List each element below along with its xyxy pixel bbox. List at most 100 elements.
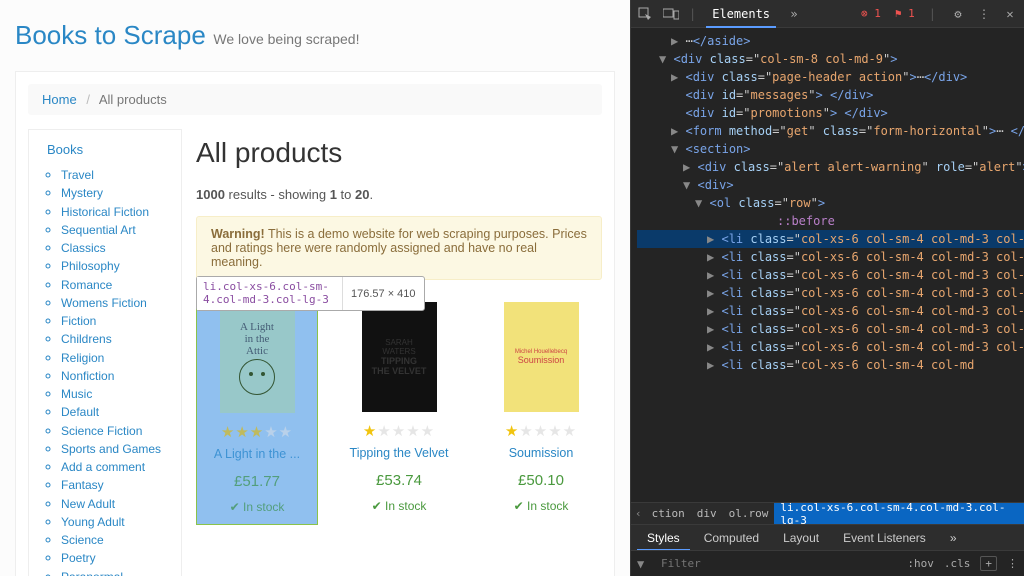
page-title: All products [196,137,602,169]
inspect-icon[interactable] [637,6,653,22]
category-item[interactable]: Mystery [61,185,171,201]
page-content: Books to Scrape We love being scraped! H… [0,0,630,576]
rating-stars: ★★★★★ [197,423,317,441]
warning-text: This is a demo website for web scraping … [211,227,587,269]
dom-tree-line[interactable]: ▼ <ol class="row"> [637,194,1024,212]
dom-tree-line[interactable]: ▼ <div class="col-sm-8 col-md-9"> [637,50,1024,68]
more-icon[interactable]: ⋮ [1007,557,1018,570]
gear-icon[interactable]: ⚙ [950,6,966,22]
dom-tree-line[interactable]: ▶ <li class="col-xs-6 col-sm-4 col-md-3 … [637,284,1024,302]
category-item[interactable]: Fantasy [61,477,171,493]
styles-tab[interactable]: Event Listeners [833,525,936,551]
dom-tree-line[interactable]: <div id="promotions"> </div> [637,104,1024,122]
rating-stars: ★★★★★ [480,422,602,440]
more-tabs-icon[interactable]: » [940,525,967,551]
category-item[interactable]: Philosophy [61,258,171,274]
breadcrumb: Home / All products [28,84,602,115]
new-rule-button[interactable]: + [980,556,997,571]
breadcrumb-sep: / [80,92,96,107]
category-item[interactable]: Nonfiction [61,368,171,384]
filter-icon[interactable]: ▼ [637,557,651,571]
tab-elements[interactable]: Elements [706,0,776,28]
tooltip-dimensions: 176.57 × 410 [342,277,424,310]
product-card[interactable]: SARAHWATERSTIPPINGTHE VELVET★★★★★Tipping… [338,296,460,525]
dom-tree-line[interactable]: ▶ <li class="col-xs-6 col-sm-4 col-md-3 … [637,230,1024,248]
dom-tree-line[interactable]: ▶ <div class="page-header action">⋯</div… [637,68,1024,86]
styles-tab[interactable]: Styles [637,525,690,551]
crumb-item[interactable]: div [691,505,723,522]
category-item[interactable]: Classics [61,240,171,256]
category-item[interactable]: Science Fiction [61,423,171,439]
more-tabs-icon[interactable]: » [786,6,802,22]
results-count: 1000 [196,187,225,202]
device-icon[interactable] [663,6,679,22]
warning-strong: Warning! [211,227,265,241]
crumb-left-icon[interactable]: ‹ [631,507,646,520]
category-item[interactable]: Add a comment [61,459,171,475]
dom-tree-line[interactable]: ▶ <div class="alert alert-warning" role=… [637,158,1024,176]
inspect-tooltip: li.col-xs-6.col-sm-4.col-md-3.col-lg-3 1… [196,276,425,311]
product-stock: In stock [480,499,602,513]
category-item[interactable]: Travel [61,167,171,183]
product-title[interactable]: Tipping the Velvet [338,446,460,460]
dom-breadcrumb: ‹ ctiondivol.row li.col-xs-6.col-sm-4.co… [631,502,1024,524]
breadcrumb-home[interactable]: Home [42,92,77,107]
dom-tree-line[interactable]: ▶ ⋯</aside> [637,32,1024,50]
dom-tree-line[interactable]: ▶ <li class="col-xs-6 col-sm-4 col-md-3 … [637,248,1024,266]
dom-tree[interactable]: ▶ ⋯</aside>▼ <div class="col-sm-8 col-md… [631,28,1024,502]
product-card[interactable]: A Lightin theAttic ★★★★★ A Light in the ..… [196,296,318,525]
close-icon[interactable]: ✕ [1002,6,1018,22]
category-item[interactable]: Science [61,532,171,548]
dom-tree-line[interactable]: ▼ <section> [637,140,1024,158]
crumb-item[interactable]: ction [646,505,691,522]
tooltip-selector: li.col-xs-6.col-sm-4.col-md-3.col-lg-3 [197,277,342,310]
kebab-icon[interactable]: ⋮ [976,6,992,22]
category-item[interactable]: Historical Fiction [61,204,171,220]
category-item[interactable]: Sequential Art [61,222,171,238]
book-cover[interactable]: SARAHWATERSTIPPINGTHE VELVET [362,302,437,412]
book-cover[interactable]: Michel HouellebecqSoumission [504,302,579,412]
product-card[interactable]: Michel HouellebecqSoumission ★★★★★ Soumiss… [480,296,602,525]
site-subtitle: We love being scraped! [213,31,359,47]
category-item[interactable]: Sports and Games [61,441,171,457]
category-item[interactable]: New Adult [61,496,171,512]
dom-tree-line[interactable]: ▶ <li class="col-xs-6 col-sm-4 col-md-3 … [637,266,1024,284]
crumb-item[interactable]: ol.row [723,505,775,522]
error-badge[interactable]: ⊗ 1 [861,7,881,20]
category-item[interactable]: Young Adult [61,514,171,530]
dom-tree-line[interactable]: <div id="messages"> </div> [637,86,1024,104]
category-item[interactable]: Fiction [61,313,171,329]
category-item[interactable]: Music [61,386,171,402]
category-item[interactable]: Default [61,404,171,420]
devtools-toolbar: | Elements » ⊗ 1 ⚑ 1 | ⚙ ⋮ ✕ [631,0,1024,28]
issues-badge[interactable]: ⚑ 1 [895,7,915,20]
dom-tree-line[interactable]: ▶ <li class="col-xs-6 col-sm-4 col-md-3 … [637,320,1024,338]
category-item[interactable]: Romance [61,277,171,293]
product-title[interactable]: A Light in the ... [197,447,317,461]
dom-tree-line[interactable]: ▶ <li class="col-xs-6 col-sm-4 col-md-3 … [637,302,1024,320]
product-price: £51.77 [197,473,317,490]
dom-tree-line[interactable]: ▼ <div> [637,176,1024,194]
category-item[interactable]: Paranormal [61,569,171,576]
site-title[interactable]: Books to Scrape [15,20,206,51]
dom-tree-line[interactable]: ▶ <li class="col-xs-6 col-sm-4 col-md-3 … [637,338,1024,356]
category-item[interactable]: Childrens [61,331,171,347]
category-item[interactable]: Poetry [61,550,171,566]
dom-tree-line[interactable]: ::before [637,212,1024,230]
cls-toggle[interactable]: .cls [944,557,971,570]
main-section: All products 1000 results - showing 1 to… [196,129,602,576]
styles-tab[interactable]: Computed [694,525,769,551]
dom-tree-line[interactable]: ▶ <li class="col-xs-6 col-sm-4 col-md [637,356,1024,374]
dom-tree-line[interactable]: ▶ <form method="get" class="form-horizon… [637,122,1024,140]
book-cover[interactable]: A Lightin theAttic [220,303,295,413]
styles-tabs: StylesComputedLayoutEvent Listeners» [631,524,1024,550]
product-title[interactable]: Soumission [480,446,602,460]
filter-input[interactable] [661,557,897,570]
styles-tab[interactable]: Layout [773,525,829,551]
category-item[interactable]: Religion [61,350,171,366]
category-item[interactable]: Womens Fiction [61,295,171,311]
sidebar-header[interactable]: Books [47,142,171,157]
hov-toggle[interactable]: :hov [907,557,934,570]
product-grid: li.col-xs-6.col-sm-4.col-md-3.col-lg-3 1… [196,296,602,525]
crumb-selected[interactable]: li.col-xs-6.col-sm-4.col-md-3.col-lg-3 [774,502,1024,524]
